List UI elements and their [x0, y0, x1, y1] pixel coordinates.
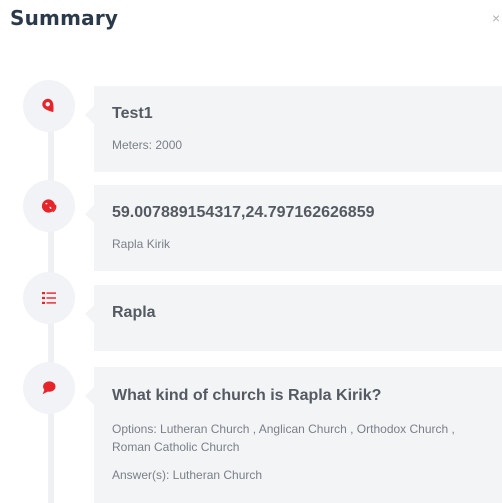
card-options: Options: Lutheran Church , Anglican Chur… — [112, 422, 455, 454]
list-icon — [40, 289, 58, 307]
card-detail: Meters: 2000 — [112, 138, 183, 152]
close-icon[interactable]: × — [492, 10, 500, 26]
page-title: Summary — [10, 6, 119, 30]
timeline-node-2 — [23, 180, 75, 232]
card-title: Test1 — [112, 105, 153, 122]
globe-icon — [40, 197, 58, 215]
timeline-node-1 — [23, 80, 75, 132]
card-detail: Rapla Kirik — [112, 237, 171, 251]
summary-panel: Summary × Test1 Meters: 2000 59.00788915… — [0, 0, 502, 503]
timeline-card-2: 59.007889154317,24.797162626859 Rapla Ki… — [85, 185, 502, 271]
timeline-node-4 — [23, 362, 75, 414]
card-title: 59.007889154317,24.797162626859 — [112, 204, 375, 221]
card-title: Rapla — [112, 304, 156, 321]
timeline-card-4: What kind of church is Rapla Kirik? Opti… — [85, 367, 502, 503]
map-pin-icon — [40, 97, 58, 115]
timeline-card-1: Test1 Meters: 2000 — [85, 86, 502, 172]
card-answer: Answer(s): Lutheran Church — [112, 468, 263, 482]
timeline-node-3 — [23, 272, 75, 324]
card-title: What kind of church is Rapla Kirik? — [112, 387, 382, 404]
speech-bubble-icon — [40, 379, 58, 397]
timeline-card-3: Rapla — [85, 285, 502, 351]
